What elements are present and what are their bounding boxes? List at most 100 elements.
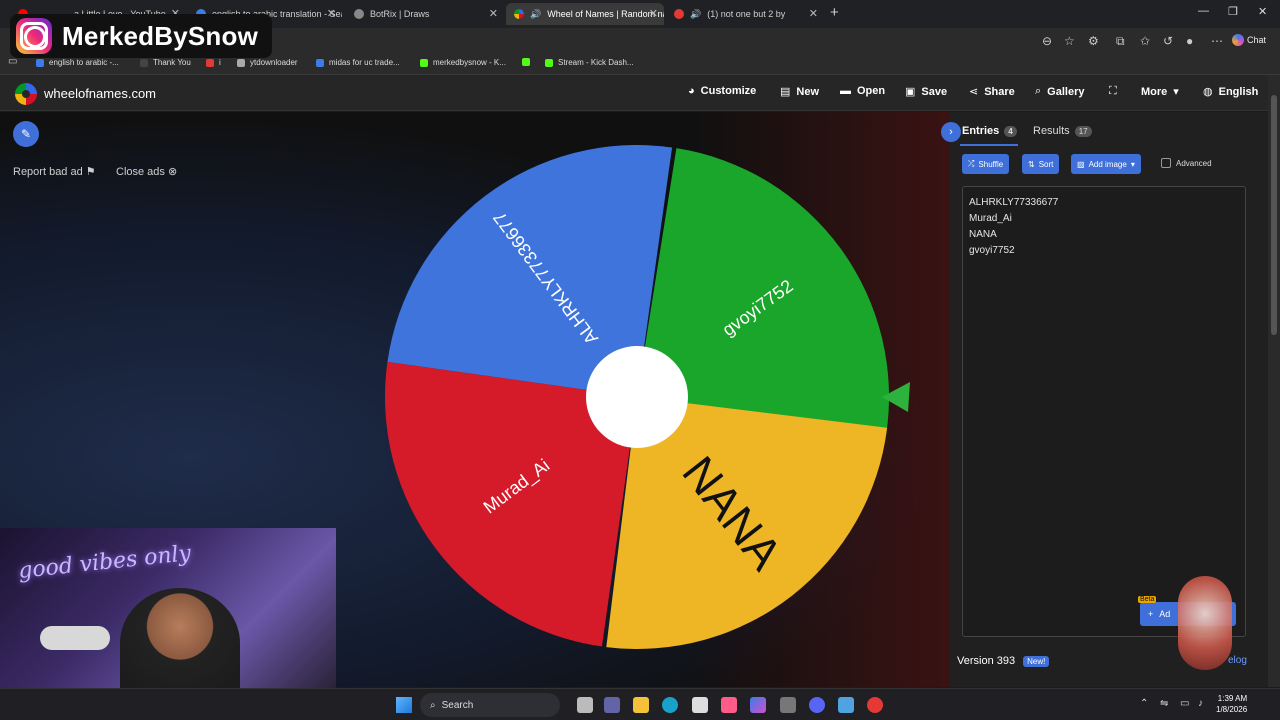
- bookmark[interactable]: english to arabic -...: [36, 58, 119, 67]
- history-icon[interactable]: ↺: [1163, 34, 1173, 48]
- tab-entries[interactable]: Entries 4: [962, 125, 1017, 137]
- fullscreen-icon: ⛶: [1109, 85, 1117, 97]
- file-explorer-icon[interactable]: [633, 697, 649, 713]
- tab-results[interactable]: Results 17: [1033, 125, 1092, 137]
- entries-textarea[interactable]: ALHRKLY77336677 Murad_Ai NANA gvoyi7752: [962, 186, 1246, 637]
- copilot-icon[interactable]: [750, 697, 766, 713]
- bookmark-favicon-icon: [36, 58, 44, 67]
- new-button[interactable]: ▤ New: [780, 85, 819, 99]
- more-menu-button[interactable]: More ▾: [1141, 85, 1179, 99]
- site-title[interactable]: wheelofnames.com: [44, 86, 156, 101]
- kick-favicon-icon: [545, 58, 553, 67]
- menu-label: Gallery: [1047, 85, 1085, 98]
- open-button[interactable]: ▬ Open: [840, 85, 885, 97]
- wheel[interactable]: ALHRKLY77336677 gvoyi7752 NANA Murad_Ai: [382, 142, 910, 652]
- teams-icon[interactable]: [604, 697, 620, 713]
- discord-icon[interactable]: [809, 697, 825, 713]
- gallery-button[interactable]: ⌕ Gallery: [1035, 85, 1084, 98]
- store-icon[interactable]: [692, 697, 708, 713]
- wheel-center-hub[interactable]: [586, 346, 688, 448]
- close-tab-icon[interactable]: ✕: [809, 7, 818, 20]
- favorite-star-icon[interactable]: ☆: [1064, 34, 1075, 48]
- close-window-icon[interactable]: ✕: [1258, 5, 1267, 18]
- plus-icon: +: [1148, 609, 1154, 619]
- advanced-checkbox[interactable]: Advanced: [1161, 158, 1212, 168]
- beta-add-label: Ad: [1159, 609, 1171, 619]
- sort-button[interactable]: ⇅ Sort: [1022, 154, 1060, 174]
- bookmark[interactable]: [522, 58, 530, 66]
- streamer: [120, 588, 240, 688]
- app-icon[interactable]: [780, 697, 796, 713]
- changelog-link[interactable]: elog: [1228, 655, 1247, 666]
- site-logo-icon[interactable]: [15, 83, 37, 105]
- sticker-overlay: [1178, 576, 1232, 670]
- close-ads-link[interactable]: Close ads ⊗: [116, 165, 177, 178]
- clock-date: 1/8/2026: [1216, 705, 1248, 714]
- scrollbar-thumb[interactable]: [1271, 95, 1277, 335]
- task-view-icon[interactable]: [577, 697, 593, 713]
- bookmark[interactable]: midas for uc trade...: [316, 58, 400, 67]
- volume-icon[interactable]: ♪: [1198, 698, 1203, 709]
- customize-button[interactable]: ◕ Customize: [688, 85, 756, 97]
- copilot-chat-button[interactable]: Chat: [1232, 31, 1266, 49]
- clock-time: 1:39 AM: [1217, 694, 1248, 703]
- bookmark[interactable]: i: [206, 58, 221, 67]
- image-icon: ▨: [1077, 159, 1085, 169]
- app-icon[interactable]: [867, 697, 883, 713]
- speaker-icon[interactable]: 🔊: [690, 9, 701, 20]
- browser-tab[interactable]: BotRix | Draws ✕: [346, 3, 504, 25]
- restore-icon[interactable]: ❐: [1228, 5, 1238, 18]
- chevron-down-icon: ▾: [1130, 159, 1135, 169]
- shuffle-button[interactable]: ⤮ Shuffle: [962, 154, 1010, 174]
- app-icon[interactable]: [721, 697, 737, 713]
- favorites-icon[interactable]: ✩: [1140, 34, 1150, 48]
- speaker-icon[interactable]: 🔊: [530, 9, 541, 20]
- more-options-icon[interactable]: ⋯: [1211, 34, 1223, 48]
- wheel-svg[interactable]: ALHRKLY77336677 gvoyi7752NANAMurad_Ai: [382, 142, 910, 652]
- collapse-panel-button[interactable]: ›: [941, 122, 961, 142]
- tab-label: Results: [1033, 125, 1070, 137]
- bookmark-label: Stream - Kick Dash...: [558, 58, 634, 67]
- beta-badge: Beta: [1138, 596, 1157, 603]
- close-tab-icon[interactable]: ✕: [649, 7, 658, 20]
- bookmark-favicon-icon: [140, 58, 148, 67]
- share-button[interactable]: ⋖ Share: [969, 85, 1015, 99]
- browser-tab[interactable]: 🔊 (1) not one but 2 by ✕: [666, 3, 824, 25]
- page-scrollbar[interactable]: [1268, 75, 1280, 687]
- network-icon[interactable]: ⇋: [1160, 698, 1168, 709]
- save-button[interactable]: ▣ Save: [905, 85, 947, 99]
- close-tab-icon[interactable]: ✕: [489, 7, 498, 20]
- battery-icon[interactable]: ▭: [1180, 698, 1189, 709]
- split-screen-icon[interactable]: ⧉: [1116, 34, 1125, 49]
- search-icon: ⌕: [430, 699, 436, 711]
- notepad-icon[interactable]: [838, 697, 854, 713]
- browser-tab-active[interactable]: 🔊 Wheel of Names | Random na ✕: [506, 3, 664, 25]
- shuffle-label: Shuffle: [978, 159, 1004, 169]
- report-bad-ad-link[interactable]: Report bad ad ⚑: [13, 165, 96, 178]
- add-image-button[interactable]: ▨ Add image ▾: [1071, 154, 1141, 174]
- bookmark[interactable]: Stream - Kick Dash...: [545, 58, 634, 67]
- bookmark[interactable]: ytdownloader: [237, 58, 298, 67]
- new-tab-icon[interactable]: +: [830, 4, 839, 21]
- taskbar-search[interactable]: ⌕ Search: [420, 693, 560, 717]
- bookmark[interactable]: Thank You: [140, 58, 191, 67]
- checkbox-box[interactable]: [1161, 158, 1171, 168]
- chevron-up-icon[interactable]: ⌃: [1140, 698, 1148, 709]
- close-tab-icon[interactable]: ✕: [327, 7, 336, 20]
- language-button[interactable]: ◍ English: [1203, 85, 1258, 99]
- globe-icon: ◍: [1203, 86, 1213, 98]
- taskbar-clock[interactable]: 1:39 AM 1/8/2026: [1216, 693, 1247, 715]
- windows-start-icon[interactable]: [396, 697, 412, 713]
- fullscreen-button[interactable]: ⛶: [1109, 85, 1117, 98]
- profile-avatar-icon[interactable]: ●: [1186, 34, 1193, 48]
- read-aloud-icon[interactable]: ⊖: [1042, 34, 1052, 48]
- edge-icon[interactable]: [662, 697, 678, 713]
- chevron-right-icon: ›: [949, 126, 953, 138]
- edit-pencil-button[interactable]: ✎: [13, 121, 39, 147]
- minimize-icon[interactable]: —: [1198, 5, 1209, 17]
- extension-icon[interactable]: ⚙: [1088, 34, 1099, 48]
- new-badge[interactable]: New!: [1023, 655, 1050, 667]
- bookmark[interactable]: merkedbysnow - K...: [420, 58, 506, 67]
- entries-count-badge: 4: [1004, 125, 1017, 137]
- neon-sign: good vibes only: [17, 541, 193, 584]
